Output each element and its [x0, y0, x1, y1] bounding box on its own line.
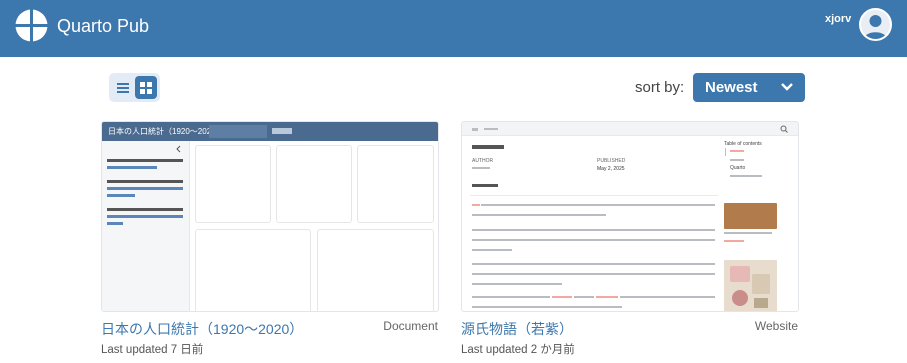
thumb-nav-title: 日本の人口統計（1920〜2020）	[108, 127, 224, 136]
thumb-published-value: May 2, 2025	[597, 166, 625, 172]
card-updated: Last updated 7 日前	[101, 344, 204, 356]
view-toggle	[109, 73, 160, 102]
card-title[interactable]: 日本の人口統計（1920〜2020）	[101, 319, 303, 339]
chevron-down-icon	[781, 83, 793, 91]
thumb-quarto-label: Quarto	[730, 165, 746, 171]
top-navbar: Quarto Pub xjorv	[0, 0, 907, 57]
brand-title[interactable]: Quarto Pub	[57, 16, 149, 37]
thumb-image	[724, 203, 777, 229]
thumb-panel	[357, 145, 434, 223]
quarto-logo-icon[interactable]	[15, 9, 48, 42]
thumb-nav-tab	[272, 128, 292, 134]
card-updated: Last updated 2 か月前	[461, 344, 575, 356]
card-thumbnail-2[interactable]: AUTHOR PUBLISHED May 2, 2025 Table of co…	[461, 121, 799, 312]
thumb-published-label: PUBLISHED	[597, 158, 626, 164]
thumb-navbar: 日本の人口統計（1920〜2020）	[102, 122, 438, 141]
thumb-panel	[195, 229, 311, 311]
thumb-topbar	[462, 122, 798, 136]
thumb-toc-title: Table of contents	[724, 141, 762, 147]
search-icon	[780, 125, 788, 133]
thumb-panel	[195, 145, 271, 223]
user-avatar-icon[interactable]	[859, 8, 892, 41]
thumb-panel	[276, 145, 352, 223]
thumb-author-label: AUTHOR	[472, 158, 494, 164]
card-thumbnail-1[interactable]: 日本の人口統計（1920〜2020）	[101, 121, 439, 312]
card-type: Document	[383, 319, 438, 333]
grid-view-icon	[140, 82, 152, 94]
card-title[interactable]: 源氏物語（若紫）	[461, 319, 573, 339]
sort-label: sort by:	[635, 79, 685, 96]
sort-select[interactable]: Newest	[693, 73, 805, 102]
thumb-sidebar	[102, 141, 190, 311]
thumb-nav-tab	[209, 125, 267, 138]
list-view-button[interactable]	[112, 76, 134, 99]
grid-view-button[interactable]	[135, 76, 157, 99]
thumb-image	[724, 260, 777, 311]
chevron-left-icon	[176, 145, 181, 153]
thumb-panel	[317, 229, 434, 311]
card-type: Website	[754, 319, 798, 333]
username[interactable]: xjorv	[825, 13, 851, 25]
list-view-icon	[117, 83, 129, 93]
sort-value: Newest	[705, 79, 758, 96]
